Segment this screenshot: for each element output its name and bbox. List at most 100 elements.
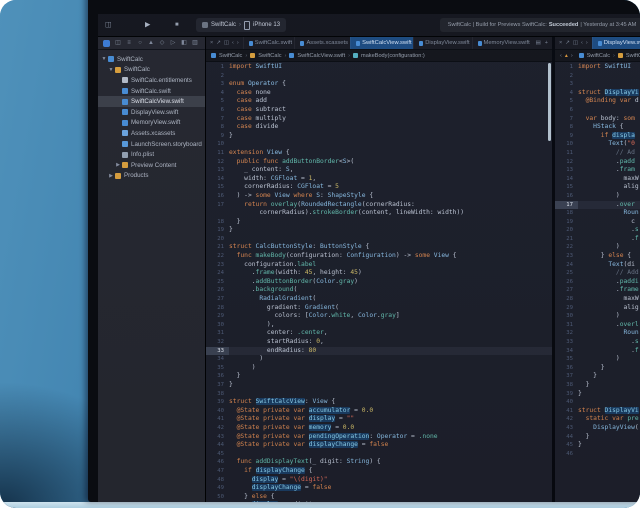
editor-control-icon[interactable]: ◫ — [573, 40, 578, 46]
code-line: 11extension View { — [206, 149, 552, 158]
code-line-content: @State private var pendingOperation: Ope… — [229, 433, 438, 442]
code-line: 17 .over — [555, 201, 640, 210]
line-number: 48 — [206, 476, 229, 485]
file-row[interactable]: SwiftCalc.swift — [98, 86, 205, 97]
code-line-content: @State private var accumulator = 0.0 — [229, 407, 373, 416]
code-line: 15 alig — [555, 183, 640, 192]
file-row[interactable]: ▼SwiftCalc — [98, 65, 205, 76]
code-line: 47 if displayChange { — [206, 467, 552, 476]
previous-issue-icon[interactable]: ‹ — [560, 53, 562, 59]
editor-tab[interactable]: SwiftCalc.swift — [243, 37, 295, 49]
line-number: 2 — [555, 72, 578, 81]
editor-right-code[interactable]: 1import SwiftUI234struct DisplayVi5 @Bin… — [555, 62, 640, 502]
editor-tab[interactable]: DisplayView.sw — [592, 37, 640, 49]
code-line: 35 ) — [206, 364, 552, 373]
scheme-selector[interactable]: SwiftCalc › iPhone 13 — [196, 18, 286, 32]
editor-control-icon[interactable]: ↗ — [216, 40, 221, 46]
navigator-tab-project-icon[interactable]: ▦ — [103, 40, 110, 47]
navigator-tab-symbols-icon[interactable]: ≡ — [124, 40, 134, 46]
file-row[interactable]: LaunchScreen.storyboard — [98, 139, 205, 150]
code-line: 23 configuration.label — [206, 261, 552, 270]
breadcrumb-item[interactable]: SwiftCalc — [219, 53, 242, 59]
line-number: 45 — [206, 450, 229, 459]
editor-control-icon[interactable]: ‹ — [232, 40, 234, 46]
editor-control-icon[interactable]: › — [237, 40, 239, 46]
sidebar-toggle-icon[interactable]: ◫ — [105, 22, 112, 29]
code-line: 38 — [206, 390, 552, 399]
code-line: 19} — [206, 226, 552, 235]
editor-control-icon[interactable]: × — [210, 40, 213, 46]
tab-file-icon — [419, 41, 423, 46]
navigator-tab-debug-icon[interactable]: ▷ — [168, 40, 178, 46]
breadcrumb-item[interactable]: SwiftCalc — [587, 53, 610, 59]
next-issue-icon[interactable]: › — [571, 53, 573, 59]
code-line: 6 case subtract — [206, 106, 552, 115]
editor-tab[interactable]: DisplayView.swift — [413, 37, 471, 49]
breadcrumb-item[interactable]: SwiftCalcView.swift — [297, 53, 345, 59]
disclosure-chevron-icon[interactable]: ▼ — [101, 56, 107, 62]
code-line: 25 // Add — [555, 269, 640, 278]
code-line: 5 @Binding var d — [555, 97, 640, 106]
line-number: 19 — [555, 218, 578, 227]
file-row[interactable]: SwiftCalcView.swift — [98, 96, 205, 107]
editor-option-icon[interactable]: + — [545, 40, 548, 46]
stop-button[interactable]: ■ — [175, 22, 179, 28]
code-line-content: Roun — [578, 209, 639, 218]
file-row[interactable]: Info.plist — [98, 149, 205, 160]
file-row[interactable]: ▶Products — [98, 171, 205, 182]
file-row[interactable]: Assets.xcassets — [98, 128, 205, 139]
code-line: 32 Roun — [555, 329, 640, 338]
file-row[interactable]: MemoryView.swift — [98, 118, 205, 129]
file-row[interactable]: ▶Preview Content — [98, 160, 205, 171]
editor-scrollbar[interactable] — [548, 63, 551, 141]
code-line: 48 display = "\(digit)" — [206, 476, 552, 485]
navigator-tab-issues-icon[interactable]: ▲ — [146, 40, 156, 46]
navigator-tab-find-icon[interactable]: ○ — [135, 40, 145, 46]
editor-control-icon[interactable]: › — [586, 40, 588, 46]
disclosure-chevron-icon[interactable]: ▼ — [108, 67, 114, 73]
line-number: 34 — [555, 347, 578, 356]
breadcrumb-item[interactable]: makeBody(configuration:) — [361, 53, 425, 59]
breadcrumb-item[interactable]: SwiftCalc — [626, 53, 640, 59]
file-row[interactable]: ▼SwiftCalc — [98, 54, 205, 65]
project-navigator[interactable]: ▼SwiftCalc▼SwiftCalcSwiftCalc.entitlemen… — [98, 50, 205, 502]
code-line: 31 center: .center, — [206, 329, 552, 338]
disclosure-chevron-icon[interactable]: ▶ — [108, 173, 114, 179]
navigator-tab-breakpoints-icon[interactable]: ◧ — [179, 40, 189, 46]
file-row[interactable]: SwiftCalc.entitlements — [98, 75, 205, 86]
editor-control-icon[interactable]: ◫ — [224, 40, 229, 46]
code-line-content: .fram — [578, 166, 635, 175]
editor-control-icon[interactable]: ‹ — [581, 40, 583, 46]
code-line: 37 } — [555, 372, 640, 381]
run-button[interactable]: ▶ — [145, 22, 150, 29]
device-icon — [244, 21, 250, 30]
code-line-content: case add — [229, 97, 267, 106]
file-icon — [108, 56, 114, 62]
editor-right-breadcrumb[interactable]: ‹▲›SwiftCalc›SwiftCalc›DisplayVie — [555, 50, 640, 62]
line-number: 33 — [206, 347, 229, 356]
editor-tab[interactable]: Assets.xcassets — [294, 37, 350, 49]
code-line: 12 .padd — [555, 158, 640, 167]
editor-left-breadcrumb[interactable]: SwiftCalc›SwiftCalc›SwiftCalcView.swift›… — [206, 50, 552, 62]
code-line: 38 } — [555, 381, 640, 390]
editor-right[interactable]: ×↗◫‹›DisplayView.sw ‹▲›SwiftCalc›SwiftCa… — [555, 37, 640, 502]
file-row[interactable]: DisplayView.swift — [98, 107, 205, 118]
line-number: 24 — [206, 269, 229, 278]
editor-control-icon[interactable]: × — [559, 40, 562, 46]
editor-left-code[interactable]: 1import SwiftUI23enum Operator {4 case n… — [206, 62, 552, 502]
navigator-tab-reports-icon[interactable]: ▥ — [190, 40, 200, 46]
editor-control-icon[interactable]: ↗ — [565, 40, 570, 46]
code-line: 13 _ content: S, — [206, 166, 552, 175]
editor-tab[interactable]: MemoryView.swift — [472, 37, 532, 49]
breadcrumb-item[interactable]: SwiftCalc — [258, 53, 281, 59]
line-number: 21 — [555, 235, 578, 244]
navigator-tab-source-control-icon[interactable]: ◫ — [113, 40, 123, 46]
code-line: 8 case divide — [206, 123, 552, 132]
navigator-tab-tests-icon[interactable]: ◇ — [157, 40, 167, 46]
disclosure-chevron-icon[interactable]: ▶ — [115, 162, 121, 168]
editor-tab[interactable]: SwiftCalcView.swift — [350, 37, 413, 49]
code-line: 14 width: CGFloat = 1, — [206, 175, 552, 184]
editor-option-icon[interactable]: ▤ — [536, 40, 541, 46]
line-number: 15 — [555, 183, 578, 192]
editor-left[interactable]: ×↗◫‹›SwiftCalc.swiftAssets.xcassetsSwift… — [206, 37, 552, 502]
